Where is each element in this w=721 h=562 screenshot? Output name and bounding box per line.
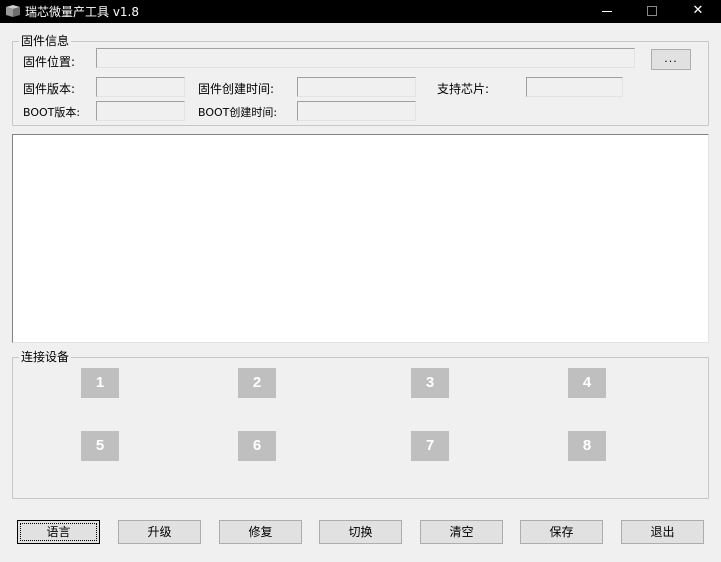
exit-button-label: 退出 xyxy=(650,525,675,539)
switch-button[interactable]: 切换 xyxy=(319,520,402,544)
firmware-create-time-label: 固件创建时间: xyxy=(198,82,275,96)
title-bar: 瑞芯微量产工具 v1.8 ✕ xyxy=(0,0,721,23)
clear-button-label: 清空 xyxy=(449,525,474,539)
support-chip-field xyxy=(526,77,623,97)
maximize-icon xyxy=(647,6,657,16)
firmware-location-label: 固件位置: xyxy=(23,55,76,69)
upgrade-button[interactable]: 升级 xyxy=(118,520,201,544)
browse-button[interactable]: ... xyxy=(651,49,691,70)
maximize-button[interactable] xyxy=(629,0,675,23)
exit-button[interactable]: 退出 xyxy=(621,520,704,544)
app-logo-icon xyxy=(6,5,20,17)
boot-create-time-field xyxy=(297,101,416,121)
device-slot-8: 8 xyxy=(568,431,606,461)
device-slot-1: 1 xyxy=(81,368,119,398)
device-slot-3: 3 xyxy=(411,368,449,398)
browse-button-label: ... xyxy=(664,52,678,65)
repair-button[interactable]: 修复 xyxy=(219,520,302,544)
firmware-location-field[interactable] xyxy=(96,48,635,68)
device-slot-5: 5 xyxy=(81,431,119,461)
boot-create-time-label: BOOT创建时间: xyxy=(198,106,278,119)
device-slot-7: 7 xyxy=(411,431,449,461)
focus-ring xyxy=(20,523,97,541)
minimize-button[interactable] xyxy=(583,0,629,23)
log-output-area[interactable] xyxy=(12,134,709,343)
firmware-version-field xyxy=(96,77,185,97)
upgrade-button-label: 升级 xyxy=(147,525,172,539)
save-button-label: 保存 xyxy=(549,525,574,539)
switch-button-label: 切换 xyxy=(348,525,373,539)
device-slot-2: 2 xyxy=(238,368,276,398)
save-button[interactable]: 保存 xyxy=(520,520,603,544)
language-button[interactable]: 语言 xyxy=(17,520,100,544)
close-icon: ✕ xyxy=(692,3,704,18)
connected-devices-legend: 连接设备 xyxy=(19,350,72,364)
device-slot-6: 6 xyxy=(238,431,276,461)
support-chip-label: 支持芯片: xyxy=(437,82,490,96)
window-title: 瑞芯微量产工具 v1.8 xyxy=(25,5,140,19)
close-button[interactable]: ✕ xyxy=(675,0,721,23)
boot-version-field xyxy=(96,101,185,121)
repair-button-label: 修复 xyxy=(248,525,273,539)
firmware-info-legend: 固件信息 xyxy=(19,34,72,48)
minimize-icon xyxy=(602,11,612,12)
boot-version-label: BOOT版本: xyxy=(23,106,81,119)
device-slot-4: 4 xyxy=(568,368,606,398)
firmware-version-label: 固件版本: xyxy=(23,82,76,96)
clear-button[interactable]: 清空 xyxy=(420,520,503,544)
firmware-create-time-field xyxy=(297,77,416,97)
